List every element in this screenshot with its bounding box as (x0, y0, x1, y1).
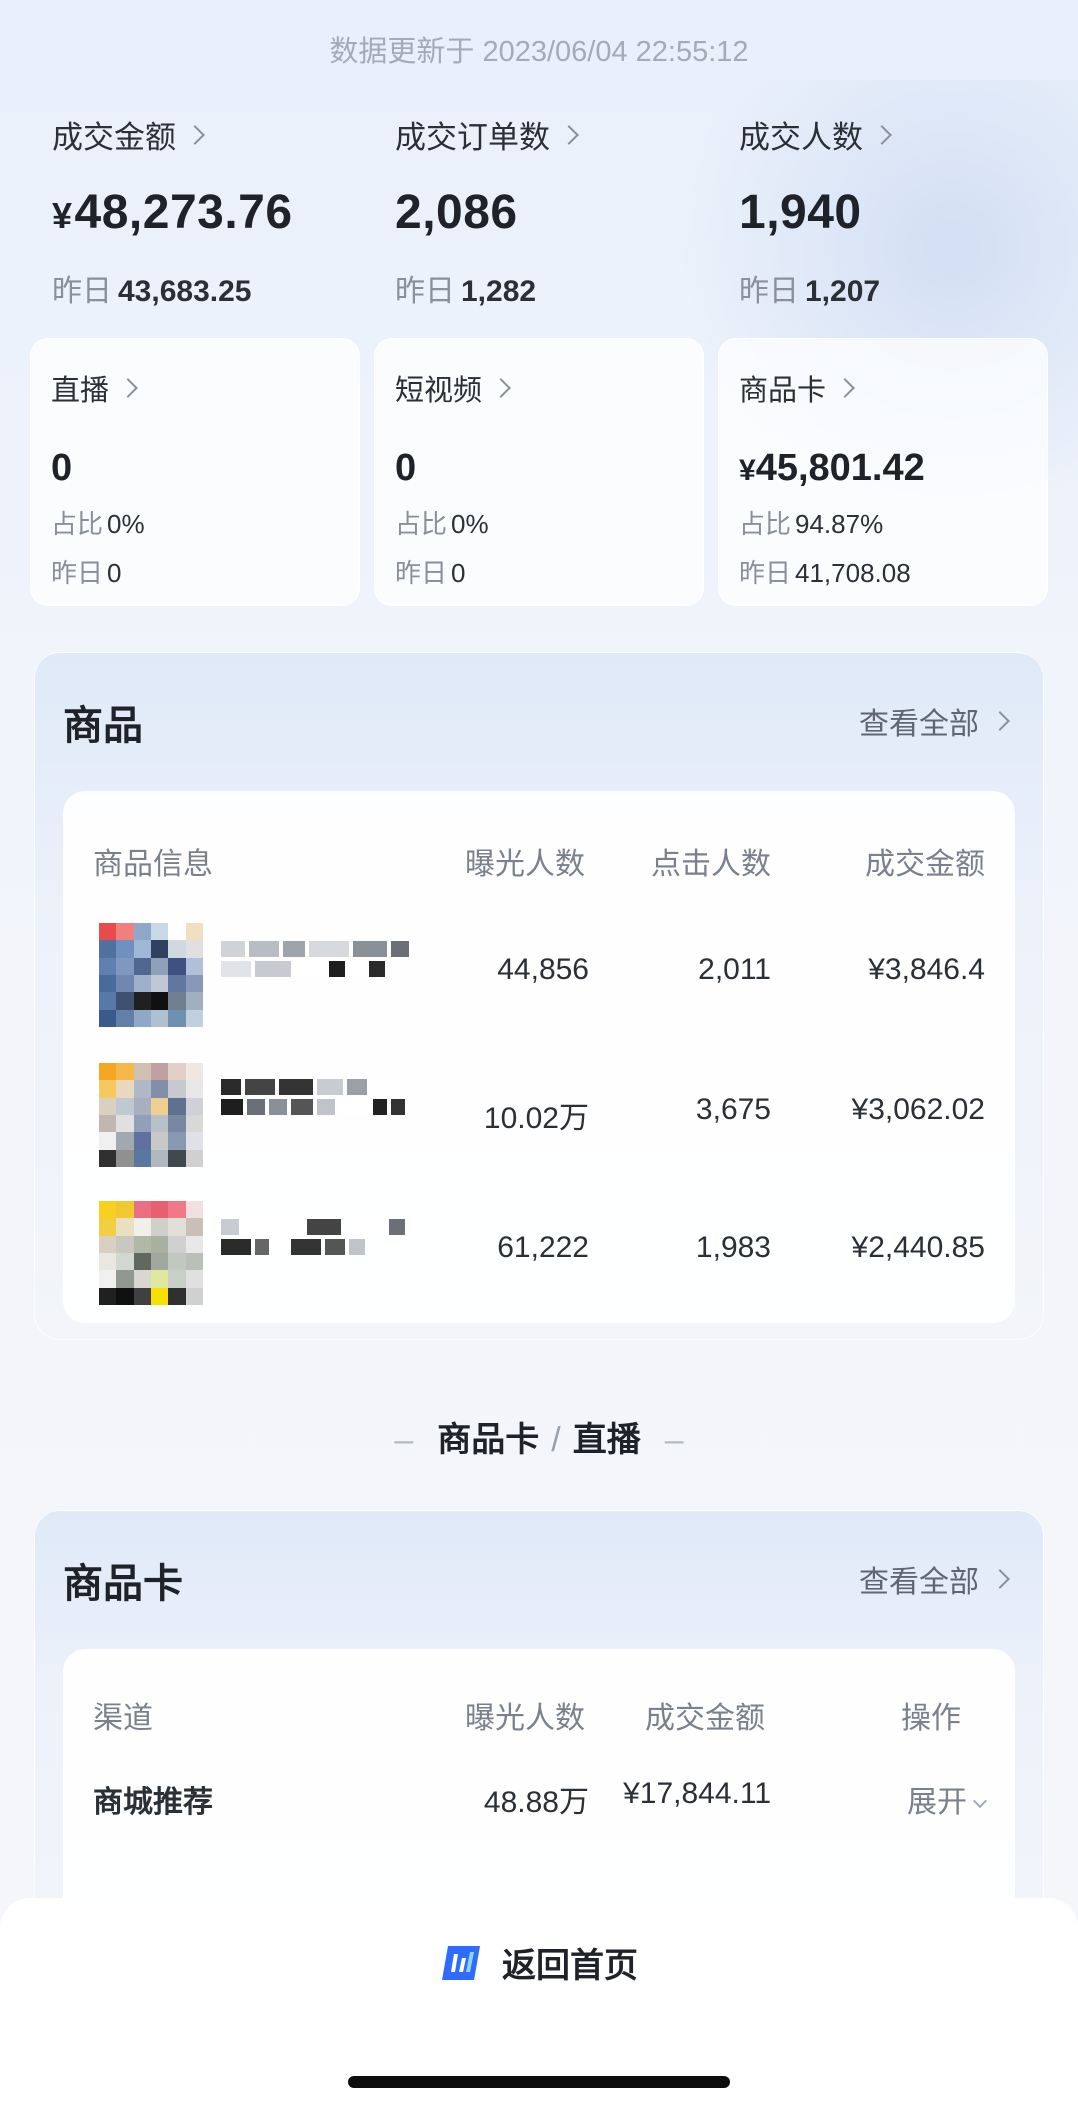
chevron-right-icon (491, 378, 511, 398)
divider-dash: – (664, 1421, 684, 1459)
channel-yesterday: 昨日 0 (51, 558, 122, 588)
metric-gmv[interactable]: 成交金额 ¥48,273.76 昨日 43,683.25 (52, 112, 372, 310)
section-divider: – 商品卡 / 直播 – (394, 1421, 684, 1459)
metric-value: 2,086 (395, 186, 518, 239)
column-header: 曝光人数 (465, 848, 585, 881)
return-home-button[interactable]: 返回首页 (0, 1938, 1078, 1987)
view-all-link[interactable]: 查看全部 (859, 1557, 1010, 1601)
channel-share: 占比 0% (395, 509, 489, 539)
channel-yesterday: 昨日 0 (395, 558, 466, 588)
product-name-blurred (221, 1219, 411, 1255)
chevron-right-icon (990, 1569, 1010, 1589)
channel-card-short-video[interactable]: 短视频 0 占比 0% 昨日 0 (374, 338, 704, 606)
product-thumbnail (99, 923, 203, 1027)
chevron-down-icon (972, 1793, 988, 1809)
tab-product-card[interactable]: 商品卡 (437, 1421, 539, 1459)
clicks-cell: 3,675 (695, 1093, 771, 1126)
view-all-link[interactable]: 查看全部 (859, 699, 1010, 743)
channel-share: 占比 0% (51, 509, 145, 539)
product-thumbnail (99, 1063, 203, 1167)
product-thumbnail (99, 1201, 203, 1305)
amount-cell: ¥2,440.85 (851, 1231, 985, 1264)
channel-cards: 直播 0 占比 0% 昨日 0 短视频 0 占比 0% 昨日 0 商品卡 ¥45,801… (30, 338, 1048, 606)
clicks-cell: 2,011 (698, 953, 771, 986)
products-table: 商品信息 曝光人数 点击人数 成交金额 44,856 2,011 ¥3,846.… (63, 791, 1015, 1323)
channel-value: 0 (395, 447, 417, 489)
expand-button[interactable]: 展开 (907, 1777, 988, 1821)
column-header: 成交金额 (865, 848, 985, 881)
metric-buyers[interactable]: 成交人数 1,940 昨日 1,207 (739, 112, 1059, 310)
bottom-bar: 返回首页 (0, 1898, 1078, 2108)
metric-label: 成交人数 (739, 120, 863, 155)
exposure-cell: 10.02万 (483, 1102, 589, 1135)
channel-card-live[interactable]: 直播 0 占比 0% 昨日 0 (30, 338, 360, 606)
column-header: 商品信息 (93, 848, 213, 881)
chevron-right-icon (835, 378, 855, 398)
chevron-right-icon (990, 711, 1010, 731)
column-header: 点击人数 (651, 848, 771, 881)
chevron-right-icon (559, 124, 579, 145)
return-home-label: 返回首页 (502, 1947, 638, 1985)
app-logo-icon (440, 1942, 486, 1984)
panel-title: 商品 (63, 704, 143, 748)
column-header: 成交金额 (645, 1702, 765, 1735)
exposure-cell: 44,856 (497, 953, 589, 986)
column-header: 操作 (901, 1702, 961, 1735)
metric-yesterday: 昨日 1,282 (395, 275, 537, 308)
amount-cell: ¥3,846.4 (868, 953, 985, 986)
exposure-cell: 48.88万 (483, 1786, 589, 1819)
amount-cell: ¥3,062.02 (851, 1093, 985, 1126)
metric-label: 成交金额 (52, 120, 176, 155)
channel-yesterday: 昨日 41,708.08 (739, 558, 911, 588)
metric-value: 1,940 (739, 186, 862, 239)
chevron-right-icon (118, 378, 138, 398)
panel-title: 商品卡 (63, 1562, 183, 1606)
product-name-blurred (221, 941, 411, 977)
column-header: 渠道 (93, 1702, 153, 1735)
summary-metrics: 成交金额 ¥48,273.76 昨日 43,683.25 成交订单数 2,086 … (52, 112, 1052, 312)
column-header: 曝光人数 (465, 1702, 585, 1735)
products-panel: 商品 查看全部 商品信息 曝光人数 点击人数 成交金额 44,856 2,011 (34, 652, 1044, 1340)
chevron-right-icon (872, 124, 892, 145)
exposure-cell: 61,222 (497, 1231, 589, 1264)
metric-yesterday: 昨日 43,683.25 (52, 275, 252, 308)
channel-value: 0 (51, 447, 73, 489)
metric-value: ¥48,273.76 (52, 186, 293, 239)
metric-orders[interactable]: 成交订单数 2,086 昨日 1,282 (395, 112, 715, 310)
channel-card-product-card[interactable]: 商品卡 ¥45,801.42 占比 94.87% 昨日 41,708.08 (718, 338, 1048, 606)
chevron-right-icon (185, 124, 205, 145)
channel-value: ¥45,801.42 (739, 447, 925, 489)
metric-yesterday: 昨日 1,207 (739, 275, 881, 308)
channel-cell: 商城推荐 (93, 1786, 213, 1819)
divider-dash: – (394, 1421, 414, 1459)
clicks-cell: 1,983 (695, 1231, 771, 1264)
amount-cell: ¥17,844.11 (623, 1777, 771, 1810)
update-timestamp: 数据更新于 2023/06/04 22:55:12 (329, 36, 749, 68)
home-indicator[interactable] (348, 2076, 730, 2088)
tab-live[interactable]: 直播 (573, 1421, 641, 1459)
metric-label: 成交订单数 (395, 120, 550, 155)
product-name-blurred (221, 1079, 411, 1115)
channel-share: 占比 94.87% (739, 509, 884, 539)
